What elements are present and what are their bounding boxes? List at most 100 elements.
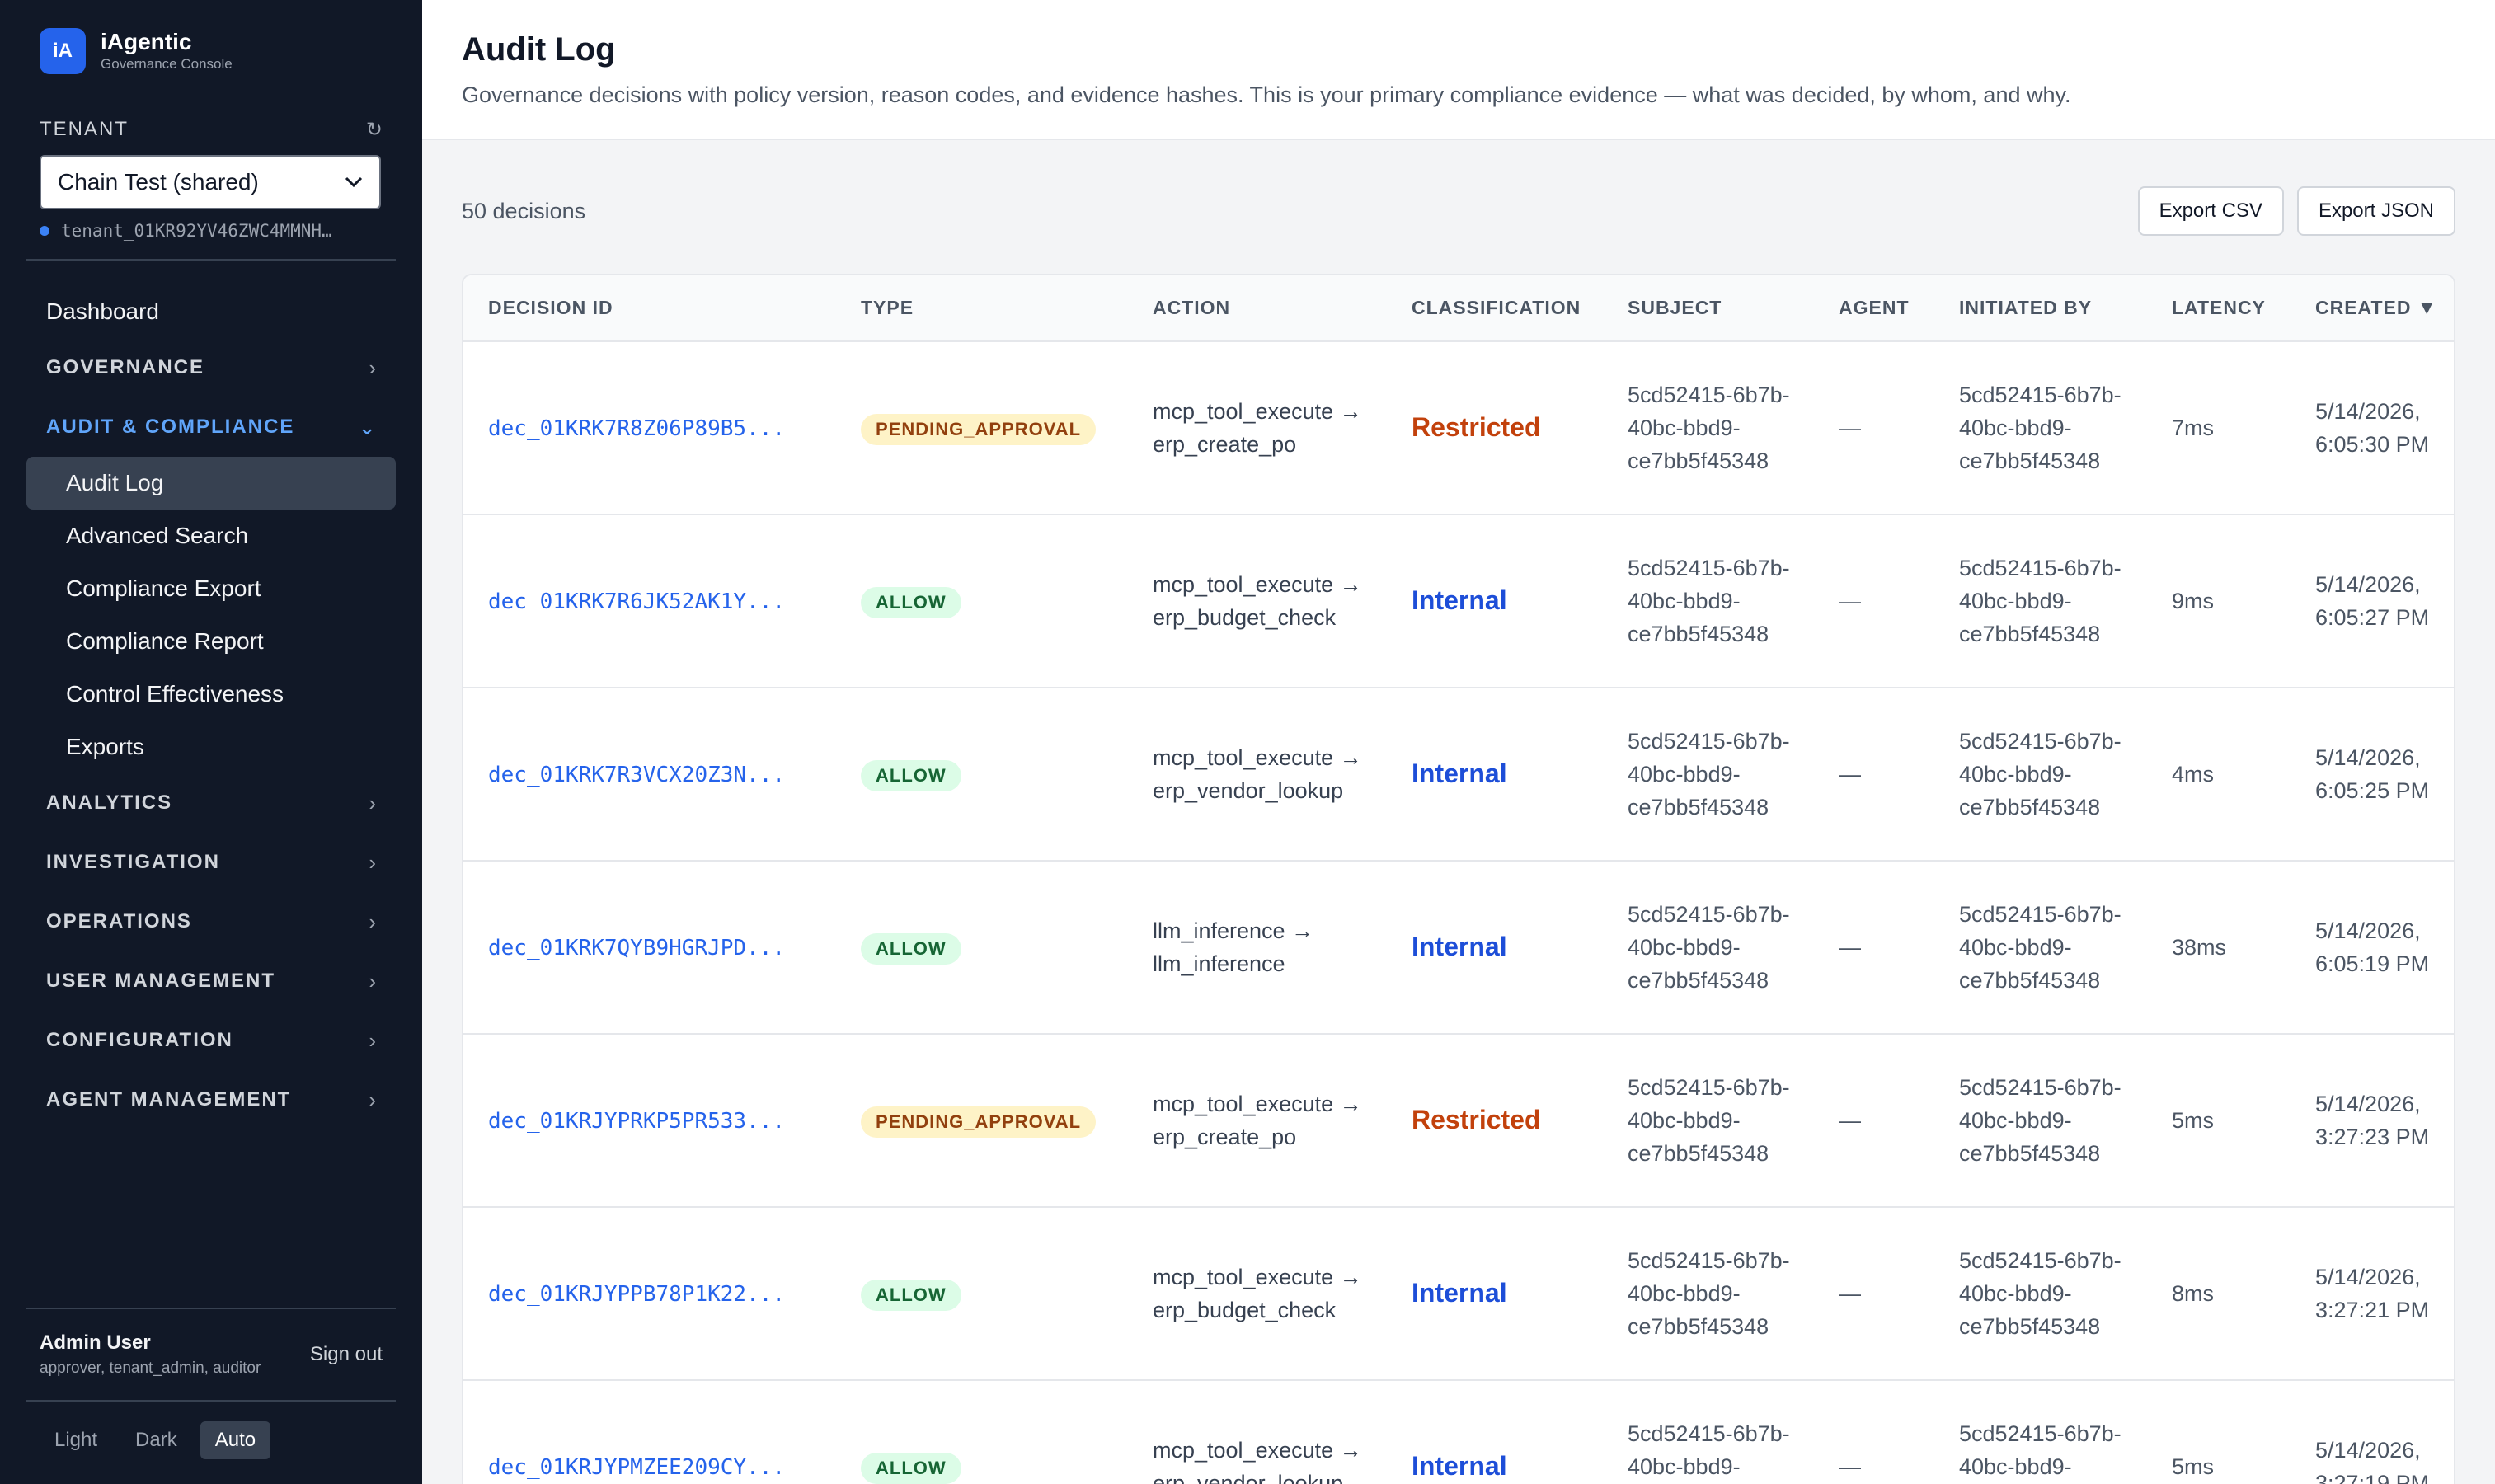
created-cell: 5/14/2026, 3:27:23 PM (2291, 1034, 2454, 1208)
decision-id-link[interactable]: dec_01KRJYPRKP5PR533... (488, 1109, 785, 1134)
action-cell: mcp_tool_execute → erp_budget_check (1128, 1207, 1387, 1381)
nav-group-configuration[interactable]: CONFIGURATION › (26, 1011, 396, 1070)
latency-cell: 4ms (2147, 688, 2291, 862)
page-title: Audit Log (462, 31, 616, 68)
status-dot-icon (40, 226, 49, 236)
refresh-icon[interactable]: ↻ (366, 118, 383, 142)
chevron-right-icon: › (369, 355, 376, 380)
decision-id-link[interactable]: dec_01KRK7R8Z06P89B5... (488, 416, 785, 441)
theme-light-button[interactable]: Light (40, 1421, 112, 1459)
initiated-by-cell: 5cd52415-6b7b-40bc-bbd9-ce7bb5f45348 (1934, 1207, 2147, 1381)
column-header-classification[interactable]: CLASSIFICATION (1387, 275, 1603, 342)
classification-label: Internal (1412, 585, 1507, 615)
theme-auto-button[interactable]: Auto (200, 1421, 271, 1459)
chevron-down-icon (345, 171, 363, 193)
column-header-decision-id[interactable]: DECISION ID (463, 275, 836, 342)
column-header-type[interactable]: TYPE (836, 275, 1128, 342)
nav-group-analytics[interactable]: ANALYTICS › (26, 773, 396, 833)
column-header-action[interactable]: ACTION (1128, 275, 1387, 342)
created-cell: 5/14/2026, 3:27:21 PM (2291, 1207, 2454, 1381)
decision-id-link[interactable]: dec_01KRK7QYB9HGRJPD... (488, 936, 785, 960)
theme-dark-button[interactable]: Dark (120, 1421, 192, 1459)
table-row[interactable]: dec_01KRK7R6JK52AK1Y... ALLOW mcp_tool_e… (463, 514, 2454, 688)
main-content: Audit Log Governance decisions with poli… (422, 0, 2495, 1484)
user-info: Admin User approver, tenant_admin, audit… (40, 1331, 287, 1378)
latency-cell: 5ms (2147, 1380, 2291, 1484)
subject-cell: 5cd52415-6b7b-40bc-bbd9-ce7bb5f45348 (1603, 1207, 1814, 1381)
table-row[interactable]: dec_01KRJYPMZEE209CY... ALLOW mcp_tool_e… (463, 1380, 2454, 1484)
column-header-latency[interactable]: LATENCY (2147, 275, 2291, 342)
table-row[interactable]: dec_01KRJYPPB78P1K22... ALLOW mcp_tool_e… (463, 1207, 2454, 1381)
nav-group-label: ANALYTICS (46, 791, 173, 814)
column-header-agent[interactable]: AGENT (1814, 275, 1934, 342)
subject-cell: 5cd52415-6b7b-40bc-bbd9-ce7bb5f45348 (1603, 514, 1814, 688)
nav-group-governance[interactable]: GOVERNANCE › (26, 338, 396, 397)
nav-item-compliance-export[interactable]: Compliance Export (26, 562, 396, 615)
nav-item-control-effectiveness[interactable]: Control Effectiveness (26, 668, 396, 721)
decision-id-link[interactable]: dec_01KRJYPPB78P1K22... (488, 1282, 785, 1307)
table-row[interactable]: dec_01KRK7QYB9HGRJPD... ALLOW llm_infere… (463, 861, 2454, 1035)
classification-label: Internal (1412, 1278, 1507, 1308)
action-cell: mcp_tool_execute → erp_vendor_lookup (1128, 1380, 1387, 1484)
table-row[interactable]: dec_01KRK7R3VCX20Z3N... ALLOW mcp_tool_e… (463, 688, 2454, 862)
decision-id-link[interactable]: dec_01KRJYPMZEE209CY... (488, 1455, 785, 1480)
chevron-right-icon: › (369, 1087, 376, 1112)
nav-item-exports[interactable]: Exports (26, 721, 396, 773)
action-cell: mcp_tool_execute → erp_create_po (1128, 1034, 1387, 1208)
nav-group-audit-compliance[interactable]: AUDIT & COMPLIANCE ⌄ (26, 397, 396, 457)
nav-group-agent-management[interactable]: AGENT MANAGEMENT › (26, 1070, 396, 1129)
nav-item-compliance-report[interactable]: Compliance Report (26, 615, 396, 668)
action-cell: mcp_tool_execute → erp_create_po (1128, 341, 1387, 515)
initiated-by-cell: 5cd52415-6b7b-40bc-bbd9-ce7bb5f45348 (1934, 861, 2147, 1035)
created-cell: 5/14/2026, 6:05:25 PM (2291, 688, 2454, 862)
latency-cell: 7ms (2147, 341, 2291, 515)
latency-cell: 9ms (2147, 514, 2291, 688)
brand-logo: iA (40, 28, 86, 74)
classification-label: Restricted (1412, 1105, 1541, 1134)
nav-group-label: OPERATIONS (46, 910, 192, 932)
nav-group-label: AUDIT & COMPLIANCE (46, 416, 295, 438)
chevron-right-icon: › (369, 968, 376, 993)
page-description: Governance decisions with policy version… (462, 82, 2071, 107)
column-header-subject[interactable]: SUBJECT (1603, 275, 1814, 342)
nav-group-operations[interactable]: OPERATIONS › (26, 892, 396, 951)
type-badge: ALLOW (861, 586, 961, 618)
type-badge: ALLOW (861, 1279, 961, 1311)
action-cell: mcp_tool_execute → erp_vendor_lookup (1128, 688, 1387, 862)
classification-label: Internal (1412, 1451, 1507, 1481)
decision-count: 50 decisions (462, 198, 586, 223)
created-cell: 5/14/2026, 3:27:19 PM (2291, 1380, 2454, 1484)
tenant-select[interactable]: Chain Test (shared) (40, 155, 381, 209)
export-json-button[interactable]: Export JSON (2296, 186, 2455, 236)
created-cell: 5/14/2026, 6:05:19 PM (2291, 861, 2454, 1035)
sidebar: iA iAgentic Governance Console TENANT ↻ … (0, 0, 422, 1484)
decision-id-link[interactable]: dec_01KRK7R3VCX20Z3N... (488, 763, 785, 787)
brand-text: iAgentic Governance Console (101, 29, 233, 73)
nav-group-label: GOVERNANCE (46, 356, 205, 378)
table-row[interactable]: dec_01KRK7R8Z06P89B5... PENDING_APPROVAL… (463, 341, 2454, 515)
decision-id-link[interactable]: dec_01KRK7R6JK52AK1Y... (488, 589, 785, 614)
nav-group-investigation[interactable]: INVESTIGATION › (26, 833, 396, 892)
nav-group-user-management[interactable]: USER MANAGEMENT › (26, 951, 396, 1011)
type-badge: PENDING_APPROVAL (861, 1106, 1097, 1138)
table-row[interactable]: dec_01KRJYPRKP5PR533... PENDING_APPROVAL… (463, 1034, 2454, 1208)
column-header-initiated-by[interactable]: INITIATED BY (1934, 275, 2147, 342)
nav-item-advanced-search[interactable]: Advanced Search (26, 510, 396, 562)
nav-dashboard[interactable]: Dashboard (26, 285, 396, 338)
chevron-down-icon: ⌄ (358, 414, 376, 439)
nav-group-label: CONFIGURATION (46, 1029, 233, 1051)
nav-item-audit-log[interactable]: Audit Log (26, 457, 396, 510)
column-header-created[interactable]: CREATED ▼ (2291, 275, 2454, 342)
sign-out-button[interactable]: Sign out (310, 1343, 383, 1366)
table-toolbar: 50 decisions Export CSV Export JSON (462, 140, 2455, 274)
type-badge: ALLOW (861, 932, 961, 965)
latency-cell: 5ms (2147, 1034, 2291, 1208)
created-cell: 5/14/2026, 6:05:30 PM (2291, 341, 2454, 515)
export-csv-button[interactable]: Export CSV (2137, 186, 2284, 236)
subject-cell: 5cd52415-6b7b-40bc-bbd9-ce7bb5f45348 (1603, 861, 1814, 1035)
latency-cell: 38ms (2147, 861, 2291, 1035)
agent-cell: — (1814, 1207, 1934, 1381)
decisions-table: DECISION ID TYPE ACTION CLASSIFICATION S… (463, 275, 2454, 1484)
user-name: Admin User (40, 1331, 151, 1354)
brand-subtitle: Governance Console (101, 56, 233, 72)
